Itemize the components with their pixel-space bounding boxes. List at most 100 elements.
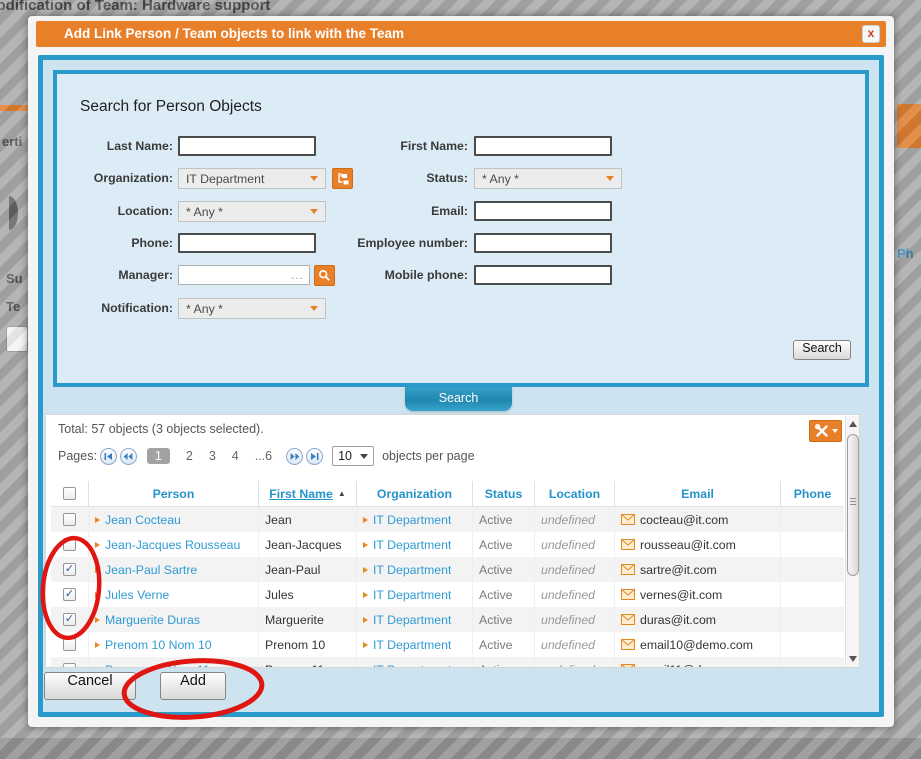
person-link[interactable]: Marguerite Duras (105, 613, 200, 627)
cell-first_name: Jean (259, 507, 357, 532)
page-link[interactable]: ...6 (255, 449, 272, 463)
cell-location: undefined (535, 632, 615, 657)
status-select[interactable]: * Any * (474, 168, 622, 189)
person-link[interactable]: Jules Verne (105, 588, 169, 602)
cell-checkbox: ✓ (51, 582, 89, 607)
vertical-scrollbar[interactable] (845, 416, 860, 667)
organization-select[interactable]: IT Department (178, 168, 326, 189)
scroll-down-icon[interactable] (849, 656, 857, 662)
first-page-button[interactable] (100, 448, 117, 465)
results-panel: Total: 57 objects (3 objects selected). … (45, 414, 860, 668)
cell-checkbox: ✓ (51, 607, 89, 632)
column-header-email: Email (615, 481, 781, 506)
row-bullet-icon (363, 667, 368, 669)
person-link[interactable]: Prenom 10 Nom 10 (105, 638, 212, 652)
row-bullet-icon (95, 567, 100, 573)
sort-asc-icon: ▲ (338, 489, 346, 498)
column-header-label[interactable]: First Name (269, 487, 333, 501)
email-icon (621, 639, 635, 650)
cell-first_name: Jean-Jacques (259, 532, 357, 557)
row-bullet-icon (363, 642, 368, 648)
scroll-up-icon[interactable] (849, 421, 857, 427)
row-checkbox[interactable] (63, 538, 76, 551)
cell-phone (781, 632, 844, 657)
search-button[interactable]: Search (793, 340, 851, 360)
cell-organization: IT Department (357, 632, 473, 657)
last-page-button[interactable] (306, 448, 323, 465)
cell-email: sartre@it.com (615, 557, 781, 582)
per-page-select[interactable]: 10 (332, 446, 374, 466)
prev-page-icon (123, 452, 133, 461)
email-input[interactable] (474, 201, 612, 221)
cell-location: undefined (535, 557, 615, 582)
notification-select[interactable]: * Any * (178, 298, 326, 319)
column-header-first_name: First Name ▲ (259, 481, 357, 506)
chevron-down-icon (310, 209, 318, 214)
cell-email: duras@it.com (615, 607, 781, 632)
row-bullet-icon (95, 517, 100, 523)
table-settings-button[interactable] (809, 420, 842, 442)
email-text: rousseau@it.com (640, 538, 736, 552)
column-header-label[interactable]: Phone (794, 487, 832, 501)
row-checkbox[interactable]: ✓ (63, 588, 76, 601)
tools-icon (814, 423, 830, 439)
cell-email: vernes@it.com (615, 582, 781, 607)
prev-page-button[interactable] (120, 448, 137, 465)
column-header-label[interactable]: Location (549, 487, 600, 501)
cell-email: email10@demo.com (615, 632, 781, 657)
page-link[interactable]: 3 (209, 449, 216, 463)
row-bullet-icon (95, 642, 100, 648)
organization-link[interactable]: IT Department (373, 638, 451, 652)
organization-link[interactable]: IT Department (373, 588, 451, 602)
last-name-input[interactable] (178, 136, 316, 156)
column-header-label[interactable]: Status (485, 487, 523, 501)
row-bullet-icon (95, 542, 100, 548)
add-button[interactable]: Add (160, 672, 226, 700)
organization-link[interactable]: IT Department (373, 663, 451, 669)
email-icon (621, 664, 635, 668)
row-bullet-icon (95, 592, 100, 598)
employee-number-input[interactable] (474, 233, 612, 253)
scrollbar-thumb[interactable] (847, 434, 859, 576)
cell-first_name: Prenom 10 (259, 632, 357, 657)
organization-link[interactable]: IT Department (373, 563, 451, 577)
cell-person: Prenom 11 Nom 11 (89, 657, 259, 668)
row-bullet-icon (363, 592, 368, 598)
person-link[interactable]: Prenom 11 Nom 11 (105, 663, 210, 669)
page-numbers: 1234...6 (137, 449, 272, 463)
row-checkbox[interactable] (63, 513, 76, 526)
cell-location: undefined (535, 582, 615, 607)
cancel-button[interactable]: Cancel (44, 672, 136, 700)
mobile-phone-input[interactable] (474, 265, 612, 285)
close-button[interactable]: x (862, 25, 880, 43)
cell-email: cocteau@it.com (615, 507, 781, 532)
column-header-label[interactable]: Person (153, 487, 195, 501)
page-link[interactable]: 4 (232, 449, 239, 463)
notification-label: Notification: (53, 301, 173, 315)
manager-label: Manager: (53, 268, 173, 282)
next-page-icon (290, 452, 300, 461)
row-checkbox[interactable]: ✓ (63, 563, 76, 576)
row-checkbox[interactable] (63, 663, 76, 668)
next-page-button[interactable] (286, 448, 303, 465)
person-link[interactable]: Jean-Paul Sartre (105, 563, 197, 577)
organization-link[interactable]: IT Department (373, 513, 451, 527)
person-link[interactable]: Jean-Jacques Rousseau (105, 538, 240, 552)
column-header-label[interactable]: Email (681, 487, 714, 501)
location-select[interactable]: * Any * (178, 201, 326, 222)
cell-email: rousseau@it.com (615, 532, 781, 557)
first-name-input[interactable] (474, 136, 612, 156)
row-checkbox[interactable]: ✓ (63, 613, 76, 626)
organization-link[interactable]: IT Department (373, 538, 451, 552)
search-tab[interactable]: Search (405, 387, 512, 411)
select-all-checkbox[interactable] (63, 487, 76, 500)
page-link[interactable]: 2 (186, 449, 193, 463)
column-header-organization: Organization (357, 481, 473, 506)
organization-link[interactable]: IT Department (373, 613, 451, 627)
search-form-panel (53, 70, 869, 387)
row-checkbox[interactable] (63, 638, 76, 651)
person-link[interactable]: Jean Cocteau (105, 513, 181, 527)
column-header-label[interactable]: Organization (377, 487, 452, 501)
manager-input[interactable]: ... (178, 265, 310, 285)
phone-input[interactable] (178, 233, 316, 253)
